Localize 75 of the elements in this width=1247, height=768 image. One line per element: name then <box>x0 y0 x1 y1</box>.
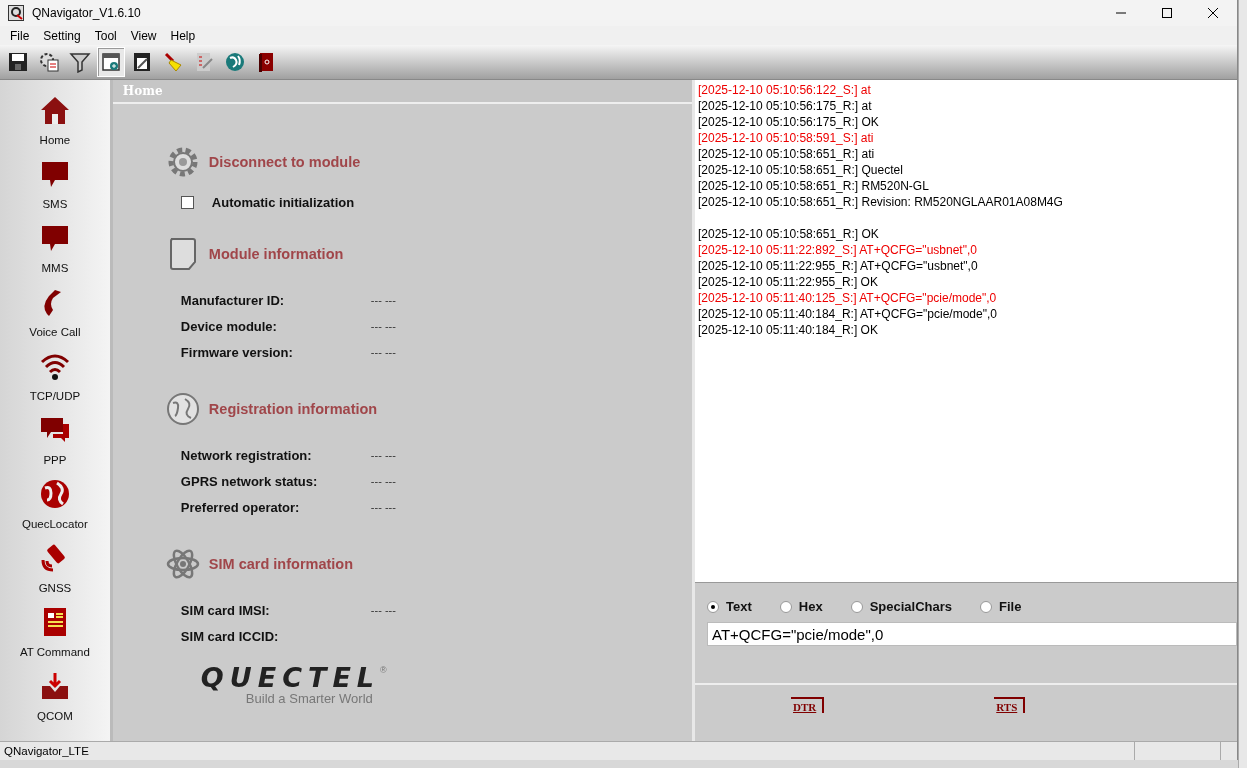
log-line: [2025-12-10 05:11:40:184_R:] AT+QCFG="pcie/mode",0 <box>698 306 998 322</box>
field-value: --- --- <box>370 320 396 332</box>
field-value: --- --- <box>370 294 396 306</box>
page-title: Home <box>122 84 163 98</box>
sidebar-item[interactable]: PPP <box>0 414 110 478</box>
field-label: GPRS network status: <box>180 473 319 489</box>
log-line: [2025-12-10 05:11:40:184_R:] OK <box>698 322 879 338</box>
menu-item[interactable]: View <box>130 28 157 43</box>
radio-option[interactable]: File <box>980 599 1022 614</box>
sidebar-item[interactable]: Voice Call <box>0 286 110 350</box>
app-icon <box>8 5 24 21</box>
log-line: [2025-12-10 05:10:58:651_R:] ati <box>698 146 876 162</box>
field-label: Network registration: <box>180 447 313 463</box>
menu-item[interactable]: Help <box>170 28 196 43</box>
broom-icon <box>162 51 184 73</box>
field-label: Preferred operator: <box>180 499 301 515</box>
window-icon <box>100 51 122 73</box>
field-value: --- --- <box>370 604 396 616</box>
log-line: [2025-12-10 05:11:40:125_S:] AT+QCFG="pcie/mode",0 <box>698 290 998 306</box>
settings-icon <box>38 51 60 73</box>
log-line: [2025-12-10 05:10:58:651_R:] OK <box>698 226 880 242</box>
menu-item[interactable]: File <box>10 28 30 43</box>
radio-option[interactable]: SpecialChars <box>850 599 952 614</box>
sidebar-item[interactable]: TCP/UDP <box>0 350 110 414</box>
log-line: [2025-12-10 05:10:58:591_S:] ati <box>698 130 875 146</box>
sidebar-item[interactable]: QuecLocator <box>0 478 110 542</box>
sidebar-item[interactable]: Home <box>0 94 110 158</box>
radio-option[interactable]: Text <box>707 599 752 614</box>
maximize-icon[interactable] <box>1161 7 1173 19</box>
log-line: [2025-12-10 05:11:22:955_R:] AT+QCFG="usbnet",0 <box>698 258 979 274</box>
field-label: Manufacturer ID: <box>180 292 286 308</box>
field-value: --- --- <box>370 346 396 358</box>
log-line: [2025-12-10 05:11:22:955_R:] OK <box>698 274 879 290</box>
log-line: [2025-12-10 05:10:58:651_R:] RM520N-GL <box>698 178 930 194</box>
sidebar-item[interactable]: QCOM <box>0 670 110 734</box>
funnel-icon <box>69 51 91 73</box>
sidebar-item[interactable]: SMS <box>0 158 110 222</box>
section-title: Registration information <box>208 401 378 417</box>
radio-option[interactable]: Hex <box>779 599 823 614</box>
close-icon[interactable] <box>1207 7 1219 19</box>
field-value: --- --- <box>370 449 396 461</box>
checkbox-label: Automatic initialization <box>211 195 355 210</box>
logo-wordmark: QUECTEL <box>200 665 381 691</box>
field-label: SIM card IMSI: <box>180 602 271 618</box>
field-value: --- --- <box>370 475 396 487</box>
log-line: [2025-12-10 05:10:56:175_R:] at <box>698 98 873 114</box>
checkbox[interactable] <box>180 196 194 209</box>
log-line: [2025-12-10 05:10:56:175_R:] OK <box>698 114 880 130</box>
log-line: [2025-12-10 05:11:22:892_S:] AT+QCFG="usbnet",0 <box>698 242 978 258</box>
log-line: [2025-12-10 05:10:58:651_R:] Revision: RM520NGLAAR01A08M4G <box>698 194 1064 210</box>
edit-icon <box>131 51 153 73</box>
sidebar-item[interactable]: AT Command <box>0 606 110 670</box>
save-icon <box>7 51 29 73</box>
field-label: SIM card ICCID: <box>180 628 280 644</box>
menu-item[interactable]: Tool <box>94 28 117 43</box>
menu-item[interactable]: Setting <box>43 28 81 43</box>
section-title: Disconnect to module <box>208 154 361 170</box>
command-input[interactable]: AT+QCFG="pcie/mode",0 <box>707 622 1237 646</box>
section-title: SIM card information <box>208 556 354 572</box>
signal-toggle[interactable]: DTR <box>791 697 825 713</box>
toolbar-button[interactable] <box>97 47 125 77</box>
section-title: Module information <box>208 246 344 262</box>
sidebar-item[interactable]: GNSS <box>0 542 110 606</box>
field-label: Device module: <box>180 318 278 334</box>
logo-slogan: Build a Smarter World <box>245 691 373 706</box>
signal-toggle[interactable]: RTS <box>994 697 1026 713</box>
atom-icon <box>164 546 201 582</box>
field-label: Firmware version: <box>180 344 294 360</box>
log-line: [2025-12-10 05:10:56:122_S:] at <box>698 82 872 98</box>
log-line: [2025-12-10 05:10:58:651_R:] Quectel <box>698 162 904 178</box>
status-text: QNavigator_LTE <box>3 745 90 757</box>
registered-mark: ® <box>380 665 387 675</box>
window-title: QNavigator_V1.6.10 <box>32 6 141 20</box>
field-value: --- --- <box>370 501 396 513</box>
sidebar-item[interactable]: MMS <box>0 222 110 286</box>
